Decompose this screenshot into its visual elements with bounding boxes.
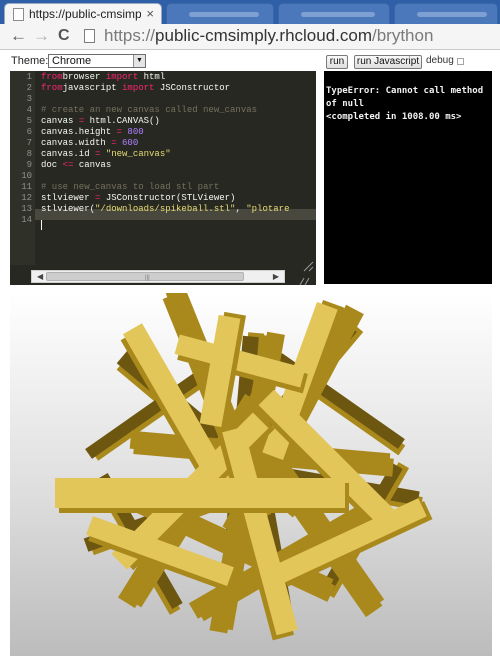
scroll-right-icon[interactable]: ▶	[273, 271, 279, 283]
code-token: "new_canvas"	[100, 149, 171, 159]
scrollbar-thumb[interactable]: |||	[46, 272, 244, 281]
code-token: doc	[41, 160, 63, 170]
line-number: 4	[26, 105, 32, 115]
line-number: 8	[26, 149, 32, 159]
code-token: canvas	[73, 160, 112, 170]
chevron-down-icon: ▼	[133, 55, 145, 67]
code-token: canvas.width	[41, 138, 112, 148]
code-line: canvas.height = 800	[41, 127, 144, 137]
url-host: public-cmsimply.rhcloud.com	[155, 26, 372, 45]
debug-checkbox[interactable]	[457, 58, 464, 65]
theme-label: Theme:	[11, 55, 49, 67]
line-number: 12	[21, 193, 32, 203]
debug-label: debug	[426, 55, 454, 66]
code-line: doc <= canvas	[41, 160, 111, 170]
page-icon	[13, 8, 24, 21]
console-text: TypeError: Cannot call method of null <c…	[326, 86, 484, 122]
code-token: canvas.id	[41, 149, 96, 159]
code-line: fromjavascript import JSConstructor	[41, 83, 230, 93]
spikeball-render	[55, 293, 433, 641]
tab-title: https://public-cmsimply	[29, 7, 141, 21]
reload-icon[interactable]: C	[58, 27, 70, 45]
horizontal-scrollbar[interactable]: ◀ ||| ▶	[31, 270, 285, 283]
code-line: frombrowser import html	[41, 72, 165, 82]
spike-plank-horizontal	[55, 478, 349, 513]
line-number: 3	[26, 94, 32, 104]
line-number: 6	[26, 127, 32, 137]
inactive-tab[interactable]	[394, 3, 498, 24]
code-token: "/downloads/spikeball.stl"	[95, 204, 236, 214]
code-token: javascript	[62, 83, 123, 93]
code-line: canvas.id = "new_canvas"	[41, 149, 171, 159]
line-number: 1	[26, 72, 32, 82]
line-number: 10	[21, 171, 32, 181]
theme-select[interactable]: Chrome ▼	[48, 54, 146, 68]
url-scheme: https://	[104, 26, 156, 45]
line-number: 13	[21, 204, 32, 214]
blurred-tab-title	[417, 12, 487, 17]
code-token: # use new_canvas to load stl part	[41, 182, 220, 192]
code-token: import	[105, 72, 139, 82]
url-text: https://public-cmsimply.rhcloud.com/bryt…	[104, 26, 433, 46]
code-token: from	[41, 72, 63, 82]
editor-controls: Theme: Chrome ▼	[0, 50, 500, 70]
code-editor[interactable]: 1 2 3 4 5 6 7 8 9 10 11 12 13 14 frombro…	[10, 71, 316, 285]
text-cursor	[41, 220, 42, 230]
back-icon[interactable]: ←	[10, 27, 27, 45]
code-token: canvas	[41, 116, 79, 126]
inactive-tab[interactable]	[166, 3, 274, 24]
code-token: canvas.height	[41, 127, 117, 137]
code-line: # use new_canvas to load stl part	[41, 182, 219, 192]
code-token: ,	[235, 204, 247, 214]
url-path: /brython	[372, 26, 434, 45]
stl-canvas[interactable]	[10, 293, 492, 656]
code-token: 800	[122, 127, 144, 137]
run-javascript-button[interactable]: run Javascript	[354, 55, 422, 69]
code-token: html.CANVAS()	[84, 116, 160, 126]
code-token: import	[122, 83, 155, 93]
code-token: stlviewer(	[41, 204, 96, 214]
blurred-tab-title	[301, 12, 375, 17]
forward-icon[interactable]: →	[33, 27, 50, 45]
code-token: stlviewer	[41, 193, 96, 203]
line-number: 11	[21, 182, 32, 192]
code-token: <=	[62, 160, 74, 170]
code-line: canvas.width = 600	[41, 138, 138, 148]
console-output: TypeError: Cannot call method of null <c…	[324, 71, 492, 284]
code-token: from	[41, 83, 63, 93]
code-token: JSConstructor	[154, 83, 231, 93]
line-number: 5	[26, 116, 32, 126]
grip-icon: |||	[145, 275, 150, 281]
code-token: html	[138, 72, 166, 82]
line-number: 9	[26, 160, 32, 170]
code-line: # create an new canvas called new_canvas	[41, 105, 257, 115]
resize-handle-icon[interactable]	[300, 258, 314, 272]
code-line: canvas = html.CANVAS()	[41, 116, 160, 126]
run-button[interactable]: run	[326, 55, 348, 69]
code-token: 600	[116, 138, 139, 148]
resize-handle-icon[interactable]	[298, 274, 312, 286]
page-icon	[84, 29, 95, 43]
scroll-left-icon[interactable]: ◀	[37, 271, 43, 283]
inactive-tab[interactable]	[278, 3, 390, 24]
theme-value: Chrome	[52, 55, 92, 67]
code-line: stlviewer = JSConstructor(STLViewer)	[41, 193, 235, 203]
code-token: JSConstructor(STLViewer)	[100, 193, 236, 203]
tab-close-icon[interactable]: ×	[146, 6, 154, 21]
code-token: "plotare	[246, 204, 290, 214]
code-token: browser	[62, 72, 106, 82]
address-bar[interactable]: https://public-cmsimply.rhcloud.com/bryt…	[78, 25, 498, 49]
line-number: 2	[26, 83, 32, 93]
browser-tab-strip: https://public-cmsimply ×	[0, 0, 500, 24]
page: https://public-cmsimply × ← → C https://…	[0, 0, 500, 664]
blurred-tab-title	[189, 12, 259, 17]
line-number: 7	[26, 138, 32, 148]
line-number: 14	[21, 215, 32, 225]
code-token: # create an new canvas called new_canvas	[41, 105, 258, 115]
line-gutter: 1 2 3 4 5 6 7 8 9 10 11 12 13 14	[10, 71, 35, 265]
active-tab[interactable]: https://public-cmsimply ×	[4, 3, 162, 24]
code-line: stlviewer("/downloads/spikeball.stl", "p…	[41, 204, 289, 214]
browser-toolbar: ← → C https://public-cmsimply.rhcloud.co…	[0, 24, 500, 50]
